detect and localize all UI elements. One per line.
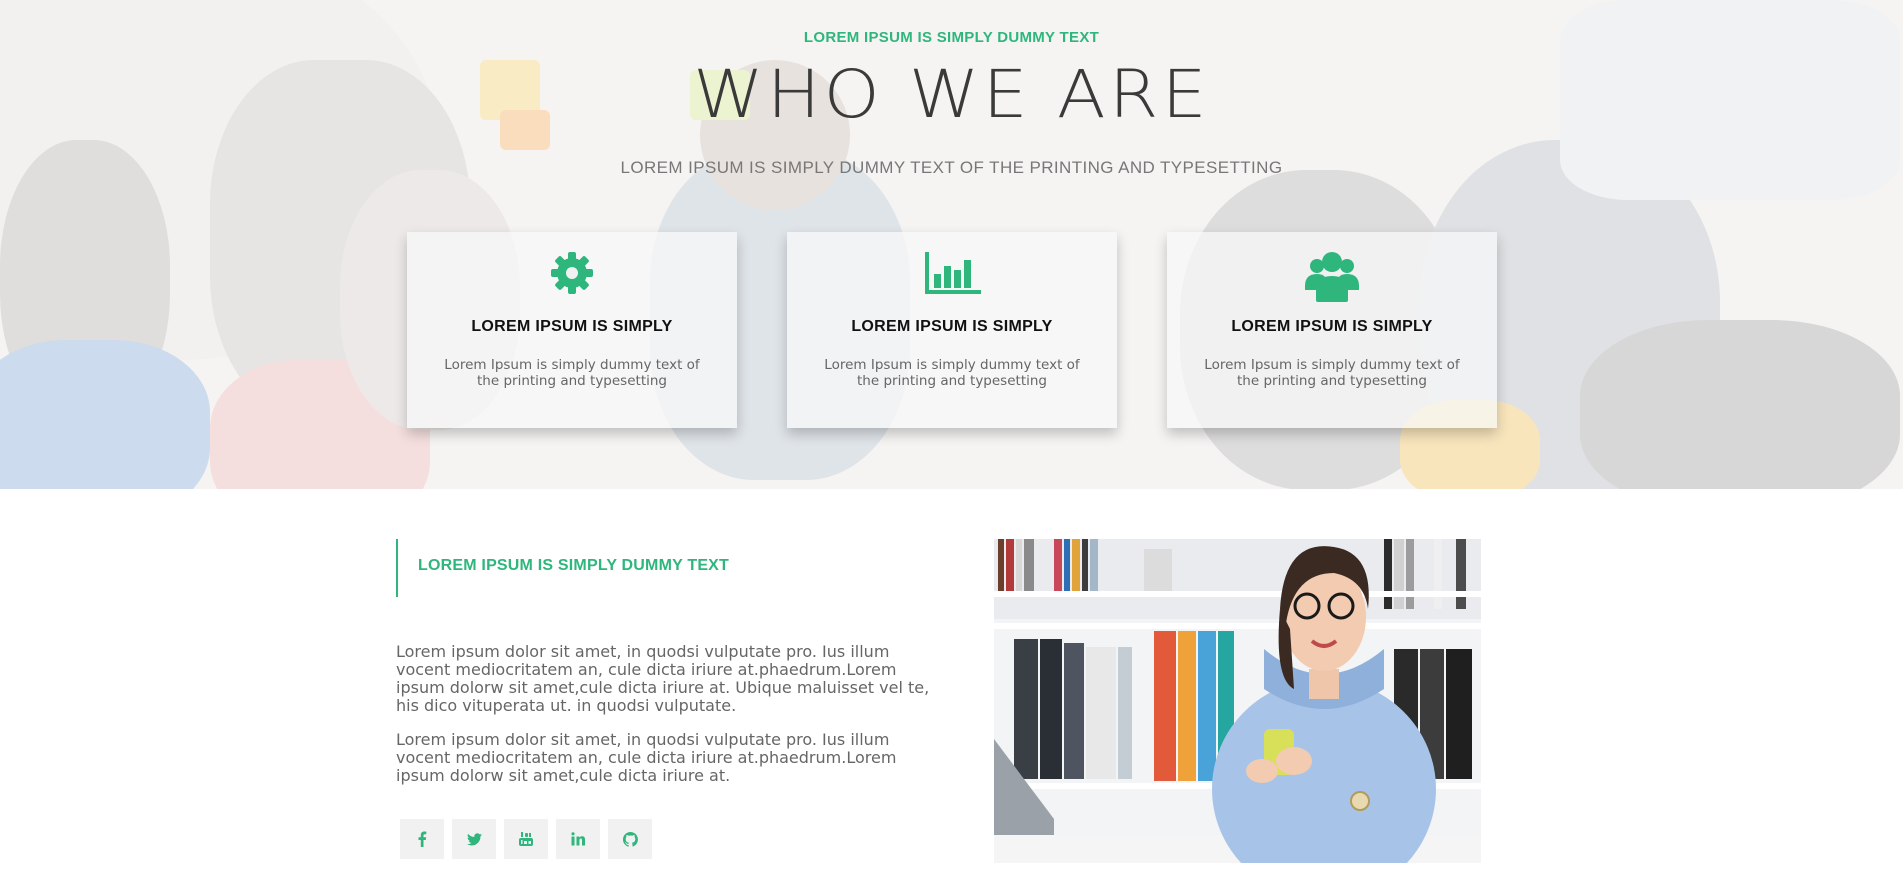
feature-card-text: Lorem Ipsum is simply dummy text of the … (1204, 357, 1460, 389)
feature-card-3: LOREM IPSUM IS SIMPLY Lorem Ipsum is sim… (1167, 232, 1497, 428)
linkedin-icon (571, 832, 585, 846)
users-icon (1167, 250, 1497, 302)
about-paragraph-2: Lorem ipsum dolor sit amet, in quodsi vu… (396, 730, 897, 785)
team-member-photo (994, 539, 1481, 863)
feature-card-title: LOREM IPSUM IS SIMPLY (1231, 318, 1433, 335)
youtube-icon (519, 832, 533, 846)
social-links (400, 819, 652, 859)
gear-icon (407, 250, 737, 298)
about-paragraph-1: Lorem ipsum dolor sit amet, in quodsi vu… (396, 642, 930, 715)
page-title: WHO WE ARE (693, 56, 1210, 133)
feature-card-title: LOREM IPSUM IS SIMPLY (471, 318, 673, 335)
feature-card-1: LOREM IPSUM IS SIMPLY Lorem Ipsum is sim… (407, 232, 737, 428)
hero-subtitle: LOREM IPSUM IS SIMPLY DUMMY TEXT OF THE … (620, 158, 1283, 177)
hero-section: LOREM IPSUM IS SIMPLY DUMMY TEXT WHO WE … (0, 0, 1903, 489)
facebook-icon (418, 831, 427, 847)
github-icon (622, 831, 638, 847)
github-link[interactable] (608, 819, 652, 859)
feature-card-text: Lorem Ipsum is simply dummy text of the … (444, 357, 700, 389)
about-heading-text: LOREM IPSUM IS SIMPLY DUMMY TEXT (418, 557, 730, 574)
bar-chart-icon (787, 250, 1117, 298)
youtube-link[interactable] (504, 819, 548, 859)
about-heading: LOREM IPSUM IS SIMPLY DUMMY TEXT (396, 539, 876, 597)
twitter-link[interactable] (452, 819, 496, 859)
feature-card-text: Lorem Ipsum is simply dummy text of the … (824, 357, 1080, 389)
feature-card-2: LOREM IPSUM IS SIMPLY Lorem Ipsum is sim… (787, 232, 1117, 428)
facebook-link[interactable] (400, 819, 444, 859)
twitter-icon (466, 832, 482, 845)
feature-card-title: LOREM IPSUM IS SIMPLY (851, 318, 1053, 335)
linkedin-link[interactable] (556, 819, 600, 859)
hero-eyebrow: LOREM IPSUM IS SIMPLY DUMMY TEXT (803, 29, 1100, 46)
